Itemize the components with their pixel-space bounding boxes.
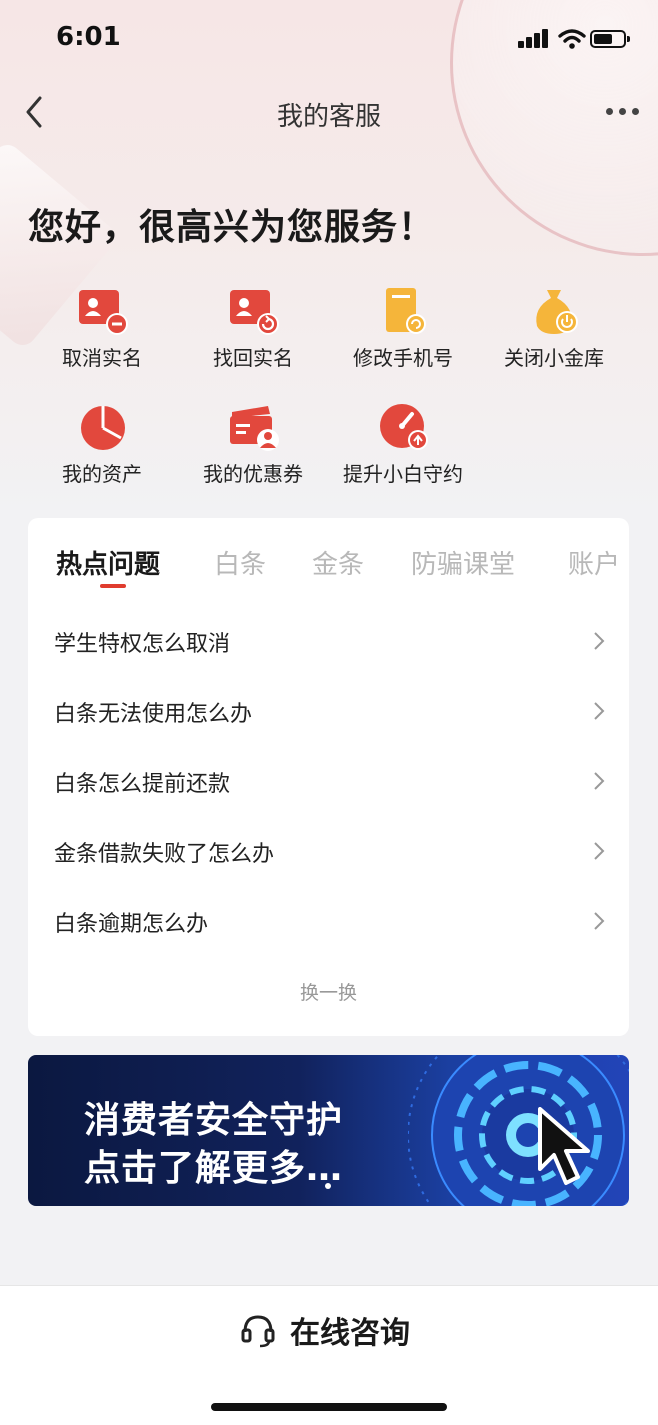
question-text: 金条借款失败了怎么办 bbox=[54, 842, 275, 867]
shortcut-my-coupons[interactable]: 我的优惠券 bbox=[178, 402, 328, 502]
active-tab-indicator bbox=[100, 584, 126, 588]
online-consult-label: 在线咨询 bbox=[290, 1316, 410, 1351]
cursor-icon bbox=[538, 1107, 590, 1185]
tab-account[interactable]: 账户 bbox=[568, 544, 620, 581]
tab-baitiao[interactable]: 白条 bbox=[214, 544, 266, 581]
refresh-button[interactable]: 换一换 bbox=[28, 978, 629, 1005]
money-bag-power-icon bbox=[536, 290, 578, 334]
chevron-right-icon bbox=[594, 842, 605, 860]
tab-hot-questions[interactable]: 热点问题 bbox=[56, 544, 160, 581]
coupon-user-icon bbox=[230, 406, 279, 451]
question-row[interactable]: 白条逾期怎么办 bbox=[28, 886, 629, 956]
bottom-bar: 在线咨询 bbox=[0, 1285, 658, 1425]
faq-card: 热点问题 白条 金条 防骗课堂 账户 学生特权怎么取消 白条无法使用怎么办 白条… bbox=[28, 518, 629, 1036]
headset-icon bbox=[241, 1315, 275, 1348]
shortcut-label: 找回实名 bbox=[213, 346, 293, 370]
status-bar: 6:01 bbox=[0, 0, 658, 80]
chevron-right-icon bbox=[594, 632, 605, 650]
faq-tabs: 热点问题 白条 金条 防骗课堂 账户 bbox=[28, 518, 629, 598]
pie-chart-icon bbox=[81, 406, 125, 450]
shortcut-label: 修改手机号 bbox=[353, 346, 453, 370]
id-card-remove-icon bbox=[79, 290, 128, 335]
page-title: 我的客服 bbox=[276, 102, 381, 132]
shortcut-cancel-realname[interactable]: 取消实名 bbox=[27, 286, 177, 386]
id-card-recover-icon bbox=[230, 290, 279, 335]
shortcut-recover-realname[interactable]: 找回实名 bbox=[178, 286, 328, 386]
banner-line1: 消费者安全守护 bbox=[84, 1100, 344, 1141]
battery-icon bbox=[590, 30, 630, 48]
tab-jintiao[interactable]: 金条 bbox=[312, 544, 364, 581]
wifi-icon bbox=[558, 29, 586, 49]
shortcut-change-phone[interactable]: 修改手机号 bbox=[328, 286, 478, 386]
shortcut-my-assets[interactable]: 我的资产 bbox=[27, 402, 177, 502]
shortcut-label: 我的优惠券 bbox=[203, 462, 303, 486]
question-row[interactable]: 金条借款失败了怎么办 bbox=[28, 816, 629, 886]
question-row[interactable]: 学生特权怎么取消 bbox=[28, 606, 629, 676]
shortcut-label: 关闭小金库 bbox=[504, 346, 604, 370]
status-icons bbox=[518, 28, 633, 52]
tab-anti-fraud[interactable]: 防骗课堂 bbox=[411, 544, 515, 581]
banner-page-dot bbox=[325, 1183, 331, 1189]
shortcut-label: 取消实名 bbox=[62, 346, 142, 370]
gauge-up-icon bbox=[380, 404, 428, 450]
question-text: 学生特权怎么取消 bbox=[54, 632, 231, 657]
more-button[interactable] bbox=[600, 96, 644, 126]
online-consult-button[interactable]: 在线咨询 bbox=[236, 1308, 436, 1352]
home-indicator[interactable] bbox=[211, 1403, 447, 1411]
greeting-text: 您好，很高兴为您服务！ bbox=[28, 207, 436, 248]
shortcut-label: 我的资产 bbox=[62, 462, 142, 486]
phone-edit-icon bbox=[386, 288, 426, 334]
security-banner[interactable]: 消费者安全守护 点击了解更多… bbox=[28, 1055, 629, 1206]
chevron-right-icon bbox=[594, 912, 605, 930]
question-text: 白条逾期怎么办 bbox=[54, 912, 209, 937]
question-row[interactable]: 白条怎么提前还款 bbox=[28, 746, 629, 816]
shortcut-close-vault[interactable]: 关闭小金库 bbox=[479, 286, 629, 386]
chevron-right-icon bbox=[594, 772, 605, 790]
status-time: 6:01 bbox=[56, 22, 121, 52]
nav-bar: 我的客服 bbox=[0, 80, 658, 144]
shortcut-improve-credit[interactable]: 提升小白守约 bbox=[328, 402, 478, 502]
shortcut-label: 提升小白守约 bbox=[343, 462, 463, 486]
question-text: 白条无法使用怎么办 bbox=[54, 702, 253, 727]
banner-line2: 点击了解更多… bbox=[84, 1148, 344, 1189]
question-row[interactable]: 白条无法使用怎么办 bbox=[28, 676, 629, 746]
question-text: 白条怎么提前还款 bbox=[54, 772, 231, 797]
chevron-right-icon bbox=[594, 702, 605, 720]
signal-icon bbox=[518, 28, 552, 50]
